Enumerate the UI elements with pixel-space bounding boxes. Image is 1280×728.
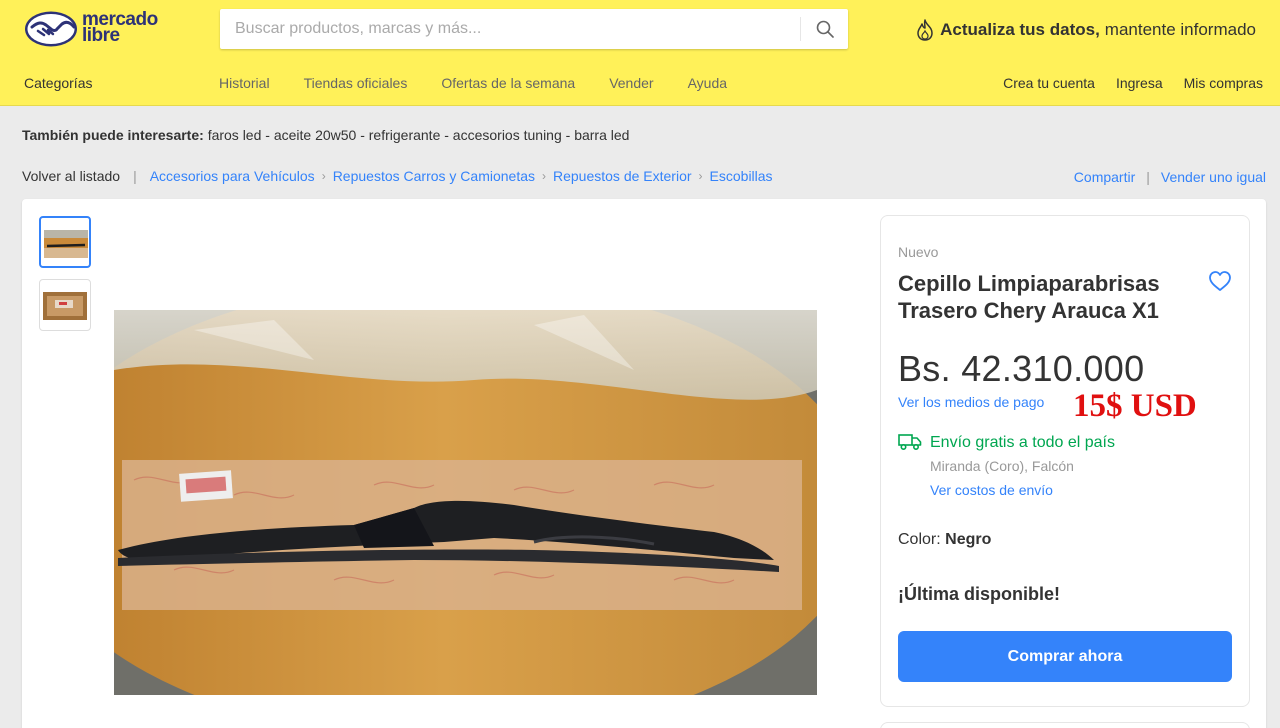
header: mercado libre Actualiza tus datos, mante… xyxy=(0,0,1280,106)
related-searches-label: También puede interesarte: xyxy=(22,127,204,143)
search-icon xyxy=(816,20,834,38)
payment-methods-link[interactable]: Ver los medios de pago xyxy=(898,394,1044,410)
usd-price-overlay: 15$ USD xyxy=(1073,388,1197,424)
gallery-thumbnail[interactable] xyxy=(39,279,91,331)
shipping-location: Miranda (Coro), Falcón xyxy=(930,458,1074,474)
gallery-thumbnail[interactable] xyxy=(39,216,91,268)
nav-mis-compras[interactable]: Mis compras xyxy=(1184,75,1263,91)
nav-crea-cuenta[interactable]: Crea tu cuenta xyxy=(1003,75,1095,91)
breadcrumb-divider: | xyxy=(133,168,137,184)
thumbnail-image xyxy=(44,230,88,258)
truck-icon xyxy=(898,433,922,456)
logo-text: mercado libre xyxy=(82,10,158,46)
product-main-image[interactable] xyxy=(114,310,817,695)
nav-vender[interactable]: Vender xyxy=(609,75,653,91)
color-value: Negro xyxy=(945,531,992,548)
logo-line-2: libre xyxy=(82,25,120,46)
back-to-list-link[interactable]: Volver al listado xyxy=(22,168,120,184)
flame-icon xyxy=(917,19,933,41)
buy-box: Nuevo Cepillo Limpiaparabrisas Trasero C… xyxy=(880,215,1250,707)
breadcrumb-item[interactable]: Repuestos de Exterior xyxy=(553,168,692,184)
account-nav: Crea tu cuenta Ingresa Mis compras xyxy=(982,75,1263,91)
breadcrumb-item[interactable]: Escobillas xyxy=(710,168,773,184)
sell-similar-link[interactable]: Vender uno igual xyxy=(1161,169,1266,185)
free-shipping-text: Envío gratis a todo el país xyxy=(930,434,1115,451)
stock-status: ¡Última disponible! xyxy=(898,584,1060,604)
breadcrumb: Volver al listado | Accesorios para Vehí… xyxy=(22,168,773,184)
chevron-right-icon: › xyxy=(542,169,546,183)
nav-historial[interactable]: Historial xyxy=(219,75,270,91)
nav-tiendas-oficiales[interactable]: Tiendas oficiales xyxy=(304,75,408,91)
nav-links: Historial Tiendas oficiales Ofertas de l… xyxy=(219,75,761,91)
nav-ayuda[interactable]: Ayuda xyxy=(688,75,727,91)
product-title: Cepillo Limpiaparabrisas Trasero Chery A… xyxy=(898,271,1160,323)
favorite-button[interactable] xyxy=(1208,270,1232,297)
wiper-blade-photo xyxy=(114,310,817,695)
price: Bs. 42.310.000 xyxy=(898,348,1145,389)
share-links: Compartir | Vender uno igual xyxy=(1074,169,1266,185)
shipping-cost-link[interactable]: Ver costos de envío xyxy=(930,482,1053,498)
nav-categories[interactable]: Categorías xyxy=(24,75,92,91)
related-searches-items[interactable]: faros led - aceite 20w50 - refrigerante … xyxy=(208,127,630,143)
promo-text: mantente informado xyxy=(1104,20,1256,39)
search-input[interactable] xyxy=(220,9,800,49)
condition-label: Nuevo xyxy=(898,244,939,260)
promo-banner[interactable]: Actualiza tus datos, mantente informado xyxy=(916,19,1256,41)
color-label: Color: xyxy=(898,531,941,548)
heart-icon xyxy=(1209,271,1231,291)
chevron-right-icon: › xyxy=(698,169,703,183)
share-link[interactable]: Compartir xyxy=(1074,169,1135,185)
nav-ingresa[interactable]: Ingresa xyxy=(1116,75,1163,91)
color-info: Color: Negro xyxy=(898,531,991,549)
nav-ofertas[interactable]: Ofertas de la semana xyxy=(441,75,575,91)
mercadolibre-logo-icon xyxy=(25,11,77,47)
breadcrumb-item[interactable]: Repuestos Carros y Camionetas xyxy=(333,168,535,184)
chevron-right-icon: › xyxy=(321,169,326,183)
search-button[interactable] xyxy=(801,9,848,49)
thumbnail-image xyxy=(43,292,87,320)
breadcrumb-item[interactable]: Accesorios para Vehículos xyxy=(150,168,315,184)
promo-bold-text: Actualiza tus datos, xyxy=(940,20,1100,39)
secondary-box xyxy=(880,722,1250,728)
related-searches: También puede interesarte: faros led - a… xyxy=(22,127,629,143)
share-divider: | xyxy=(1146,169,1150,185)
buy-now-button[interactable]: Comprar ahora xyxy=(898,631,1232,682)
search-bar xyxy=(220,9,848,49)
logo[interactable]: mercado libre xyxy=(24,10,170,50)
